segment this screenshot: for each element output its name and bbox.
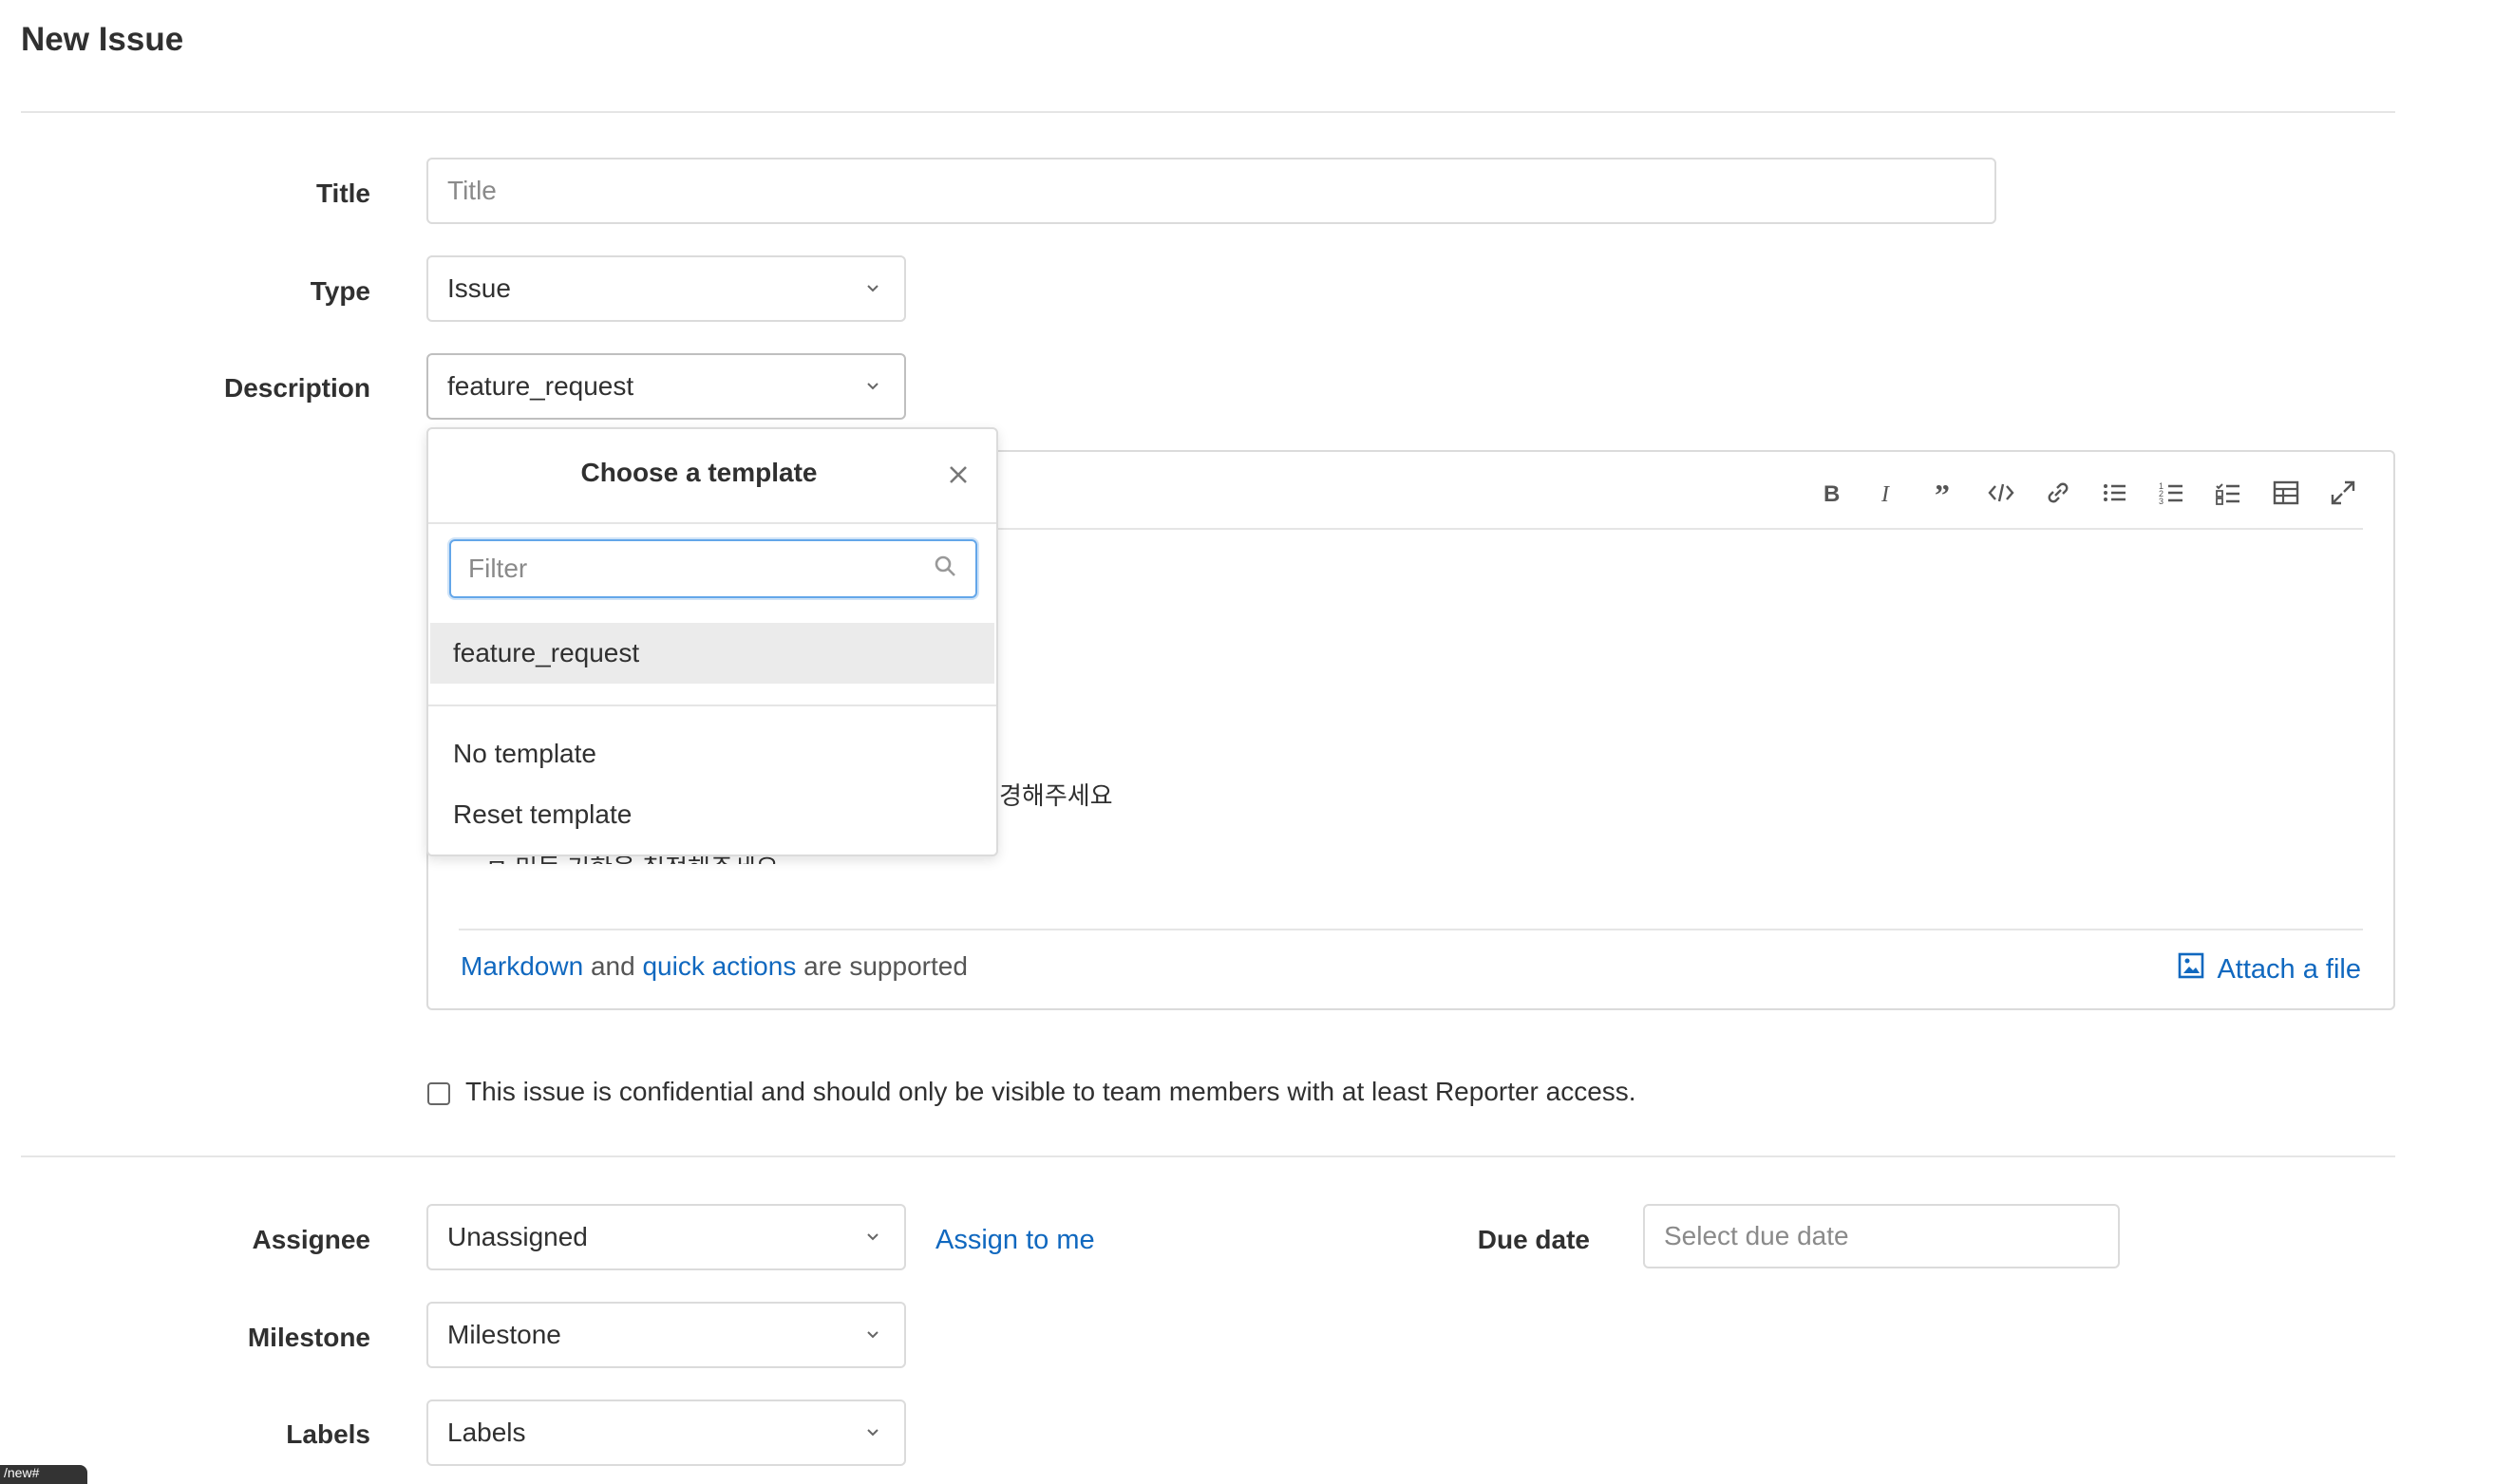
milestone-value: Milestone [447,1320,561,1349]
description-label: Description [223,373,370,403]
template-filter-input[interactable]: Filter [449,539,977,598]
editor-text-line: 경해주세요 [999,781,1113,810]
quote-icon[interactable]: ” [1924,473,1964,513]
svg-text:I: I [1880,482,1890,507]
svg-text:B: B [1823,481,1840,507]
hint-and: and [590,951,635,981]
due-date-input[interactable]: Select due date [1643,1204,2120,1268]
bullet-list-icon[interactable] [2095,473,2135,513]
due-date-placeholder: Select due date [1664,1221,1849,1250]
assignee-value: Unassigned [447,1222,588,1251]
assignee-label: Assignee [252,1225,371,1254]
chevron-down-icon [860,276,885,301]
labels-label: Labels [286,1419,370,1449]
title-label: Title [315,178,370,208]
editor-toolbar: B I ” 123 [1810,473,2363,513]
dropdown-title: Choose a template [580,458,818,487]
assign-to-me-link[interactable]: Assign to me [935,1225,1095,1256]
chevron-down-icon [860,1225,885,1249]
title-input[interactable]: Title [426,158,1996,224]
task-list-icon[interactable] [2209,473,2249,513]
due-date-label: Due date [1477,1225,1590,1254]
labels-select[interactable]: Labels [426,1399,906,1466]
header-divider [21,111,2395,113]
svg-text:”: ” [1935,479,1950,507]
italic-icon[interactable]: I [1867,473,1907,513]
type-select[interactable]: Issue [426,255,906,322]
confidential-label: This issue is confidential and should on… [465,1077,1636,1106]
code-icon[interactable] [1981,473,2021,513]
image-icon [2177,951,2205,987]
title-placeholder: Title [447,176,497,205]
template-option[interactable]: feature_request [430,623,994,684]
numbered-list-icon[interactable]: 123 [2152,473,2192,513]
close-icon[interactable] [945,461,972,488]
fullscreen-icon[interactable] [2323,473,2363,513]
assignee-select[interactable]: Unassigned [426,1204,906,1270]
attach-file-button[interactable]: Attach a file [2177,951,2361,987]
no-template-option[interactable]: No template [430,723,994,784]
svg-text:3: 3 [2159,497,2163,506]
section-divider [21,1155,2395,1157]
bold-icon[interactable]: B [1810,473,1850,513]
template-dropdown: Choose a template Filter feature_request… [426,427,998,856]
chevron-down-icon [860,1323,885,1347]
chevron-down-icon [860,1420,885,1445]
reset-template-option[interactable]: Reset template [430,784,994,845]
confidential-checkbox[interactable] [427,1082,450,1105]
chevron-down-icon [860,374,885,399]
dropdown-divider [428,704,996,706]
milestone-label: Milestone [247,1323,370,1352]
labels-value: Labels [447,1418,526,1447]
filter-placeholder: Filter [468,554,528,583]
markdown-hint: Markdown and quick actions are supported [461,951,968,982]
template-value: feature_request [447,371,634,401]
page-title: New Issue [21,21,184,58]
quick-actions-link[interactable]: quick actions [642,951,796,981]
editor-footer-divider [459,929,2363,930]
template-select[interactable]: feature_request [426,353,906,420]
search-icon [932,553,958,586]
url-tooltip: /new# [0,1465,87,1484]
type-label: Type [310,276,370,306]
table-icon[interactable] [2266,473,2306,513]
attach-file-label: Attach a file [2217,953,2361,985]
type-value: Issue [447,273,511,303]
markdown-link[interactable]: Markdown [461,951,583,981]
hint-supported: are supported [803,951,968,981]
dropdown-divider [428,522,996,524]
milestone-select[interactable]: Milestone [426,1302,906,1368]
link-icon[interactable] [2038,473,2078,513]
